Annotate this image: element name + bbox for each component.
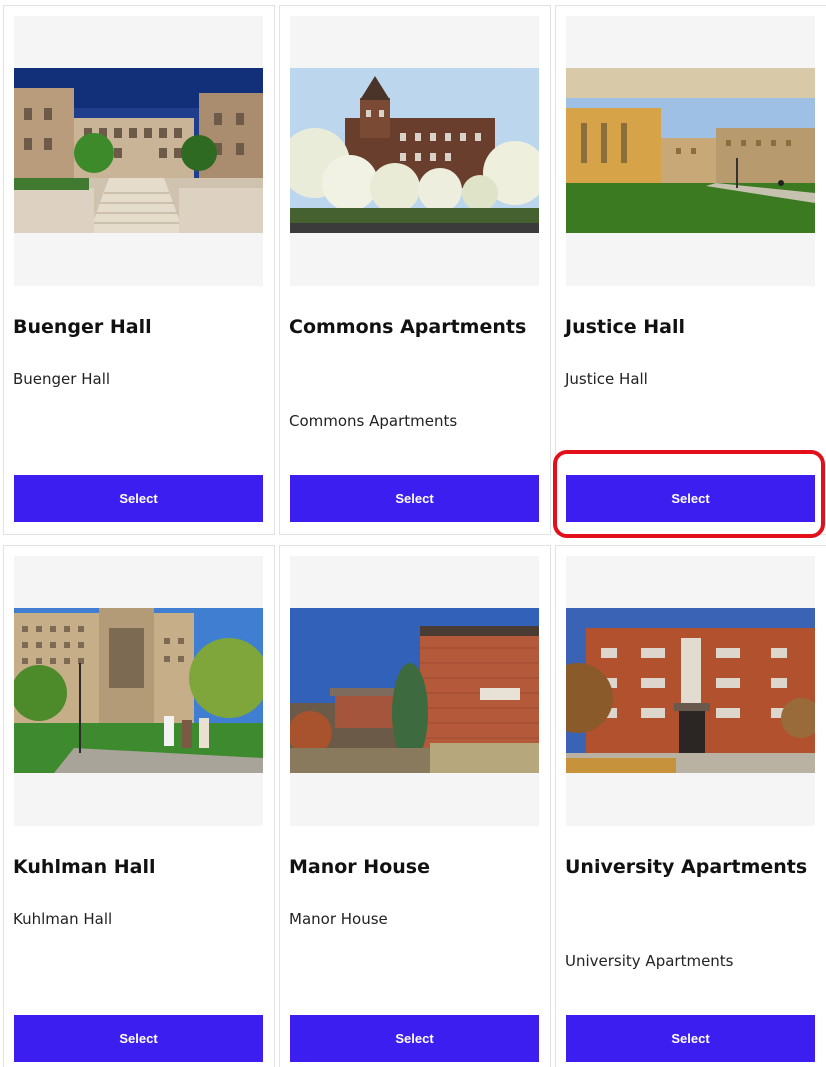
card-university-apartments: University Apartments University Apartme… <box>555 545 826 1067</box>
card-manor-house: Manor House Manor House Select <box>279 545 551 1067</box>
card-image-frame <box>566 556 815 826</box>
card-buenger-hall: Buenger Hall Buenger Hall Select <box>3 5 275 535</box>
select-button[interactable]: Select <box>566 475 815 522</box>
card-title: Kuhlman Hall <box>13 856 156 878</box>
card-subtitle: Manor House <box>289 910 388 928</box>
card-image-frame <box>290 556 539 826</box>
card-subtitle: Buenger Hall <box>13 370 111 388</box>
buenger-hall-photo <box>14 68 263 233</box>
card-title: Commons Apartments <box>289 316 527 338</box>
card-image-frame <box>566 16 815 286</box>
card-subtitle: University Apartments <box>565 952 734 970</box>
manor-house-photo <box>290 608 539 773</box>
card-image-frame <box>14 16 263 286</box>
card-image-frame <box>14 556 263 826</box>
justice-hall-photo <box>566 68 815 233</box>
card-kuhlman-hall: Kuhlman Hall Kuhlman Hall Select <box>3 545 275 1067</box>
select-button[interactable]: Select <box>14 1015 263 1062</box>
card-subtitle: Kuhlman Hall <box>13 910 113 928</box>
card-title: Justice Hall <box>565 316 686 338</box>
card-image-frame <box>290 16 539 286</box>
card-justice-hall: Justice Hall Justice Hall Select <box>555 5 826 535</box>
select-button[interactable]: Select <box>14 475 263 522</box>
card-subtitle: Commons Apartments <box>289 412 458 430</box>
select-button[interactable]: Select <box>290 1015 539 1062</box>
card-title: University Apartments <box>565 856 808 878</box>
commons-apartments-photo <box>290 68 539 233</box>
card-title: Manor House <box>289 856 430 878</box>
card-title: Buenger Hall <box>13 316 152 338</box>
card-commons-apartments: Commons Apartments Commons Apartments Se… <box>279 5 551 535</box>
card-subtitle: Justice Hall <box>565 370 648 388</box>
select-button[interactable]: Select <box>566 1015 815 1062</box>
kuhlman-hall-photo <box>14 608 263 773</box>
select-button[interactable]: Select <box>290 475 539 522</box>
university-apartments-photo <box>566 608 815 773</box>
